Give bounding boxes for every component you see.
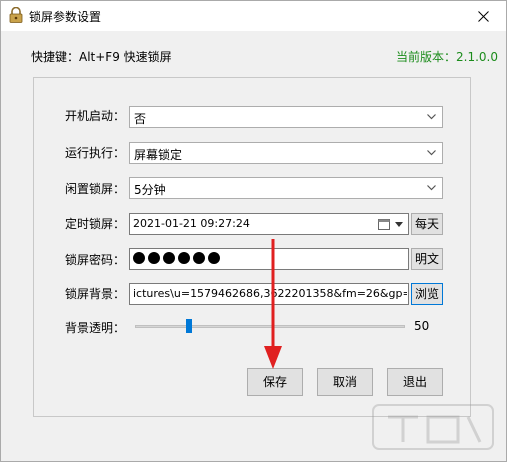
- chevron-down-icon: [427, 114, 436, 120]
- watermark-logo: [372, 404, 494, 450]
- startup-label: 开机启动：: [65, 109, 126, 123]
- password-dot: [193, 252, 205, 264]
- timed-lock-value: 2021-01-21 09:27:24: [133, 217, 250, 230]
- version-label: 当前版本：2.1.0.0: [396, 50, 498, 64]
- idle-lock-label: 闲置锁屏：: [65, 182, 126, 196]
- show-password-button[interactable]: 明文: [411, 248, 443, 270]
- browse-button[interactable]: 浏览: [411, 283, 443, 305]
- transparency-value: 50: [414, 319, 430, 333]
- chevron-down-icon[interactable]: [395, 222, 403, 227]
- password-dot: [133, 252, 145, 264]
- idle-lock-value: 5分钟: [134, 183, 166, 197]
- daily-button[interactable]: 每天: [411, 213, 443, 235]
- close-button[interactable]: [460, 1, 506, 31]
- title-bar: 锁屏参数设置: [1, 1, 506, 31]
- timed-lock-datetime-field[interactable]: 2021-01-21 09:27:24: [129, 213, 409, 235]
- password-dot: [163, 252, 175, 264]
- password-dot: [178, 252, 190, 264]
- lock-settings-window: 锁屏参数设置 快捷键：Alt+F9 快速锁屏 当前版本：2.1.0.0 开机启动…: [0, 0, 507, 462]
- chevron-down-icon: [427, 150, 436, 156]
- lock-icon: [9, 7, 23, 23]
- transparency-label: 背景透明：: [65, 321, 126, 335]
- save-button[interactable]: 保存: [247, 368, 303, 396]
- window-title: 锁屏参数设置: [29, 10, 102, 24]
- transparency-slider-track[interactable]: [135, 325, 405, 328]
- password-dot: [208, 252, 220, 264]
- run-action-select[interactable]: 屏幕锁定: [129, 142, 443, 164]
- run-action-label: 运行执行：: [65, 146, 126, 160]
- password-label: 锁屏密码：: [65, 253, 126, 267]
- password-mask: [133, 252, 220, 264]
- settings-group: [33, 77, 471, 417]
- password-dot: [148, 252, 160, 264]
- chevron-down-icon: [427, 185, 436, 191]
- run-action-value: 屏幕锁定: [134, 148, 183, 162]
- timed-lock-label: 定时锁屏：: [65, 217, 126, 231]
- password-field[interactable]: [129, 248, 409, 270]
- shortcut-hint: 快捷键：Alt+F9 快速锁屏: [31, 50, 172, 64]
- background-path-field[interactable]: ictures\u=1579462686,3622201358&fm=26&gp…: [129, 283, 409, 305]
- close-icon: [477, 10, 489, 22]
- startup-value: 否: [134, 112, 147, 126]
- calendar-icon[interactable]: [378, 218, 390, 230]
- exit-button[interactable]: 退出: [387, 368, 443, 396]
- cancel-button[interactable]: 取消: [317, 368, 373, 396]
- background-path-value: ictures\u=1579462686,3622201358&fm=26&gp…: [133, 287, 407, 300]
- startup-select[interactable]: 否: [129, 106, 443, 128]
- background-label: 锁屏背景：: [65, 287, 126, 301]
- idle-lock-select[interactable]: 5分钟: [129, 177, 443, 199]
- transparency-slider-thumb[interactable]: [186, 319, 192, 333]
